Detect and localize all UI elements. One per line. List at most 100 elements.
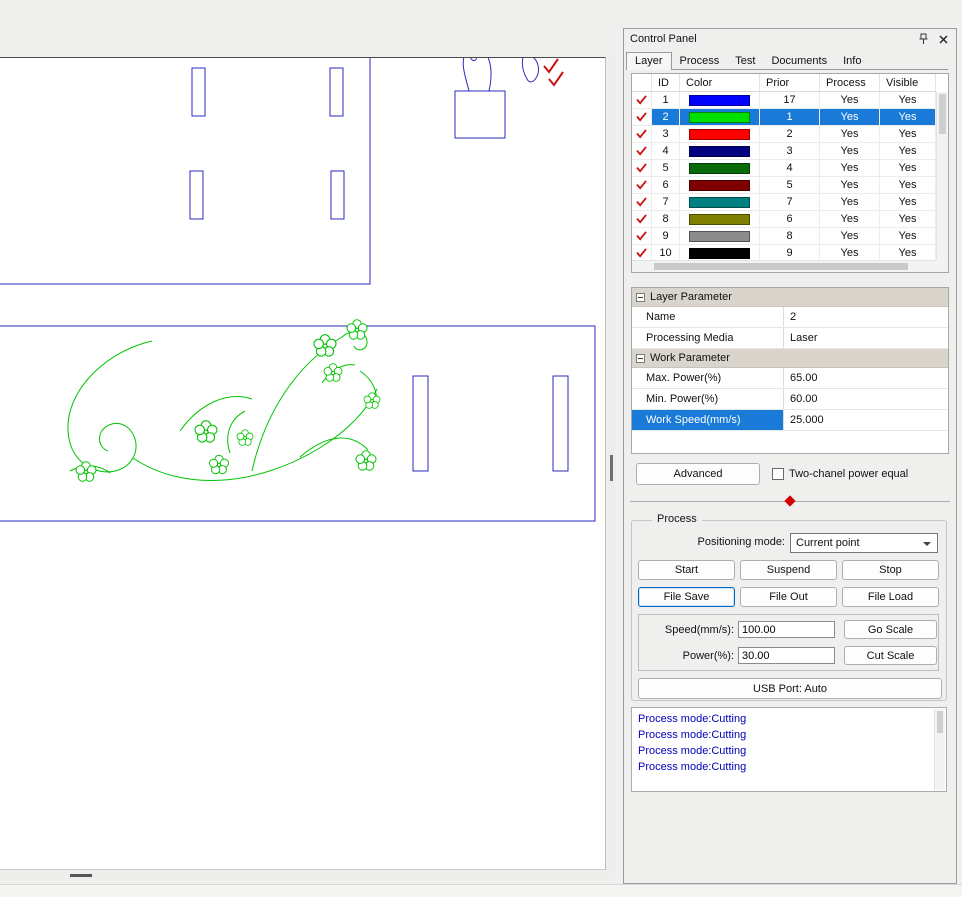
param-work-speed-mm-s[interactable]: Work Speed(mm/s) 25.000 <box>632 410 948 431</box>
floral-vine-design[interactable] <box>67 319 381 482</box>
layer-color-swatch[interactable] <box>680 160 760 176</box>
param-value[interactable]: 25.000 <box>784 410 948 430</box>
log-line: Process mode:Cutting <box>638 729 747 741</box>
layer-row-9[interactable]: 9 8 Yes Yes <box>632 228 936 245</box>
layer-color-swatch[interactable] <box>680 211 760 227</box>
tab-test[interactable]: Test <box>727 53 763 69</box>
param-processing-media[interactable]: Processing Media Laser <box>632 328 948 349</box>
layer-check-icon[interactable] <box>632 143 652 159</box>
tab-process[interactable]: Process <box>672 53 728 69</box>
canvas-horizontal-scrollbar[interactable] <box>0 872 606 879</box>
layer-color-swatch[interactable] <box>680 126 760 142</box>
column-prior[interactable]: Prior <box>760 74 820 91</box>
layer-row-7[interactable]: 7 7 Yes Yes <box>632 194 936 211</box>
speed-input[interactable] <box>738 621 835 638</box>
param-name[interactable]: Name 2 <box>632 307 948 328</box>
param-max-power[interactable]: Max. Power(%) 65.00 <box>632 368 948 389</box>
layer-table-header: ID Color Prior Process Visible <box>632 74 936 92</box>
layer-row-4[interactable]: 4 3 Yes Yes <box>632 143 936 160</box>
layer-row-5[interactable]: 5 4 Yes Yes <box>632 160 936 177</box>
layer-row-1[interactable]: 1 17 Yes Yes <box>632 92 936 109</box>
cut-scale-button[interactable]: Cut Scale <box>844 646 937 665</box>
layer-check-icon[interactable] <box>632 126 652 142</box>
layer-check-icon[interactable] <box>632 177 652 193</box>
layer-check-icon[interactable] <box>632 92 652 108</box>
stop-button[interactable]: Stop <box>842 560 939 580</box>
layer-color-swatch[interactable] <box>680 143 760 159</box>
vertical-scroll-thumb[interactable] <box>610 455 613 481</box>
collapse-icon[interactable] <box>636 353 645 363</box>
suspend-button[interactable]: Suspend <box>740 560 837 580</box>
param-value[interactable]: 65.00 <box>784 368 948 388</box>
table-hscroll-thumb[interactable] <box>654 263 908 270</box>
two-chanel-checkbox[interactable] <box>772 468 784 480</box>
param-value[interactable]: 2 <box>784 307 948 327</box>
splitter-diamond-icon[interactable] <box>784 495 796 507</box>
layer-row-3[interactable]: 3 2 Yes Yes <box>632 126 936 143</box>
layer-color-swatch[interactable] <box>680 194 760 210</box>
layer-check-icon[interactable] <box>632 211 652 227</box>
usb-port-button[interactable]: USB Port: Auto <box>638 678 942 699</box>
layer-process: Yes <box>820 194 880 210</box>
section-work-parameter[interactable]: Work Parameter <box>632 349 948 368</box>
log-scroll-thumb[interactable] <box>937 711 943 733</box>
advanced-button[interactable]: Advanced <box>636 463 760 485</box>
log-scrollbar[interactable] <box>934 709 945 790</box>
top-cut-rectangle[interactable] <box>0 58 371 285</box>
layer-check-icon[interactable] <box>632 245 652 260</box>
clamp-shape[interactable] <box>454 58 539 139</box>
go-scale-button[interactable]: Go Scale <box>844 620 937 639</box>
layer-id: 10 <box>652 245 680 260</box>
table-vscroll-thumb[interactable] <box>939 94 946 134</box>
layer-color-swatch[interactable] <box>680 177 760 193</box>
table-vertical-scrollbar[interactable] <box>936 92 948 260</box>
layer-id: 7 <box>652 194 680 210</box>
file-load-button[interactable]: File Load <box>842 587 939 607</box>
collapse-icon[interactable] <box>636 292 645 302</box>
flower-cluster <box>75 319 381 482</box>
layer-check-icon[interactable] <box>632 228 652 244</box>
bottom-cut-rectangle[interactable] <box>0 325 596 522</box>
layer-color-swatch[interactable] <box>680 245 760 260</box>
layer-row-2[interactable]: 2 1 Yes Yes <box>632 109 936 126</box>
param-value[interactable]: Laser <box>784 328 948 348</box>
layer-row-6[interactable]: 6 5 Yes Yes <box>632 177 936 194</box>
param-min-power[interactable]: Min. Power(%) 60.00 <box>632 389 948 410</box>
horizontal-scroll-thumb[interactable] <box>70 874 92 877</box>
column-color[interactable]: Color <box>680 74 760 91</box>
layer-row-10[interactable]: 10 9 Yes Yes <box>632 245 936 260</box>
column-id[interactable]: ID <box>652 74 680 91</box>
file-save-button[interactable]: File Save <box>638 587 735 607</box>
layer-color-swatch[interactable] <box>680 92 760 108</box>
layer-color-swatch[interactable] <box>680 109 760 125</box>
red-check-marks[interactable] <box>543 58 564 87</box>
close-icon[interactable] <box>936 32 950 46</box>
power-input[interactable] <box>738 647 835 664</box>
parameter-grid: Layer Parameter Name 2 Processing Media Lase… <box>631 287 949 454</box>
tab-info[interactable]: Info <box>835 53 869 69</box>
log-box: Process mode:Cutting Process mode:Cutting… <box>631 707 947 792</box>
layer-check-icon[interactable] <box>632 109 652 125</box>
start-button[interactable]: Start <box>638 560 735 580</box>
column-visible[interactable]: Visible <box>880 74 936 91</box>
tab-documents[interactable]: Documents <box>763 53 835 69</box>
layer-color-swatch[interactable] <box>680 228 760 244</box>
layer-check-icon[interactable] <box>632 160 652 176</box>
column-process[interactable]: Process <box>820 74 880 91</box>
param-value[interactable]: 60.00 <box>784 389 948 409</box>
panel-splitter[interactable] <box>630 495 950 507</box>
layer-check-icon[interactable] <box>632 194 652 210</box>
section-layer-parameter[interactable]: Layer Parameter <box>632 288 948 307</box>
param-label: Max. Power(%) <box>632 368 784 388</box>
layer-prior: 8 <box>760 228 820 244</box>
table-horizontal-scrollbar[interactable] <box>632 260 936 272</box>
design-canvas[interactable] <box>0 57 606 870</box>
layer-id: 9 <box>652 228 680 244</box>
canvas-vertical-scrollbar[interactable] <box>608 57 615 870</box>
positioning-mode-select[interactable]: Current point <box>790 533 938 553</box>
chevron-down-icon <box>923 542 931 546</box>
layer-row-8[interactable]: 8 6 Yes Yes <box>632 211 936 228</box>
pin-icon[interactable] <box>916 32 930 46</box>
tab-layer[interactable]: Layer <box>626 52 672 70</box>
file-out-button[interactable]: File Out <box>740 587 837 607</box>
